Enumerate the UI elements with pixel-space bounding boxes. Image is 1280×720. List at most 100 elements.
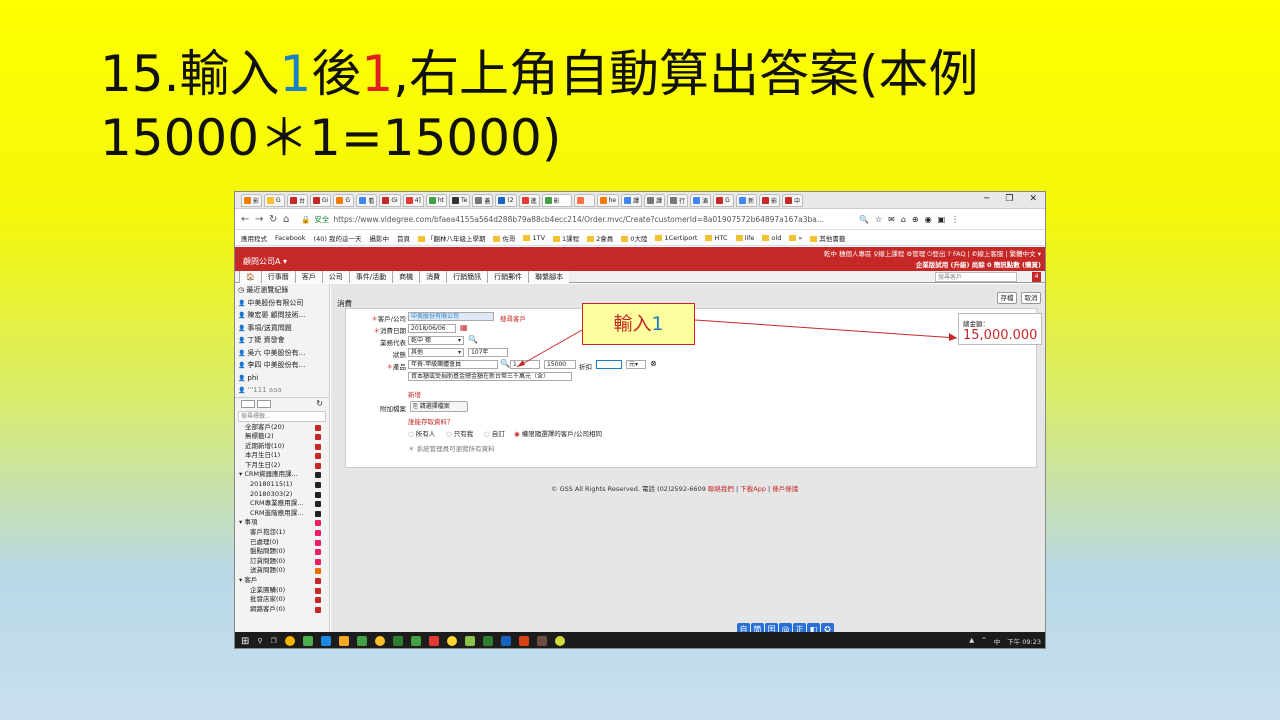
browser-tab[interactable]: 台 <box>287 193 309 207</box>
product-note-field[interactable]: 資本額或受捐助基金總金額在新台幣三千萬元（含） <box>408 372 572 381</box>
menu-home-icon[interactable]: 🏠 <box>239 270 261 283</box>
tag-item[interactable]: 20180115(1) <box>235 480 329 490</box>
tag-item[interactable]: ▾ 事項 <box>235 518 329 528</box>
menu-item-8[interactable]: 行銷郵件 <box>487 270 529 283</box>
browser-tab[interactable]: ht <box>425 193 448 207</box>
browser-tab[interactable]: 新 <box>736 193 758 207</box>
tag-item[interactable]: 本月生日(1) <box>235 451 329 461</box>
history-item[interactable]: 👤 中美股份有限公司 <box>235 297 329 310</box>
tray-item[interactable]: ▲ <box>969 636 974 646</box>
browser-tab[interactable]: 蓋 <box>472 193 494 207</box>
company-switcher[interactable]: 顧問公司A ▾ <box>243 256 287 267</box>
browser-tab[interactable]: 中 <box>782 193 804 207</box>
history-item[interactable]: 👤 丁婕 資發會 <box>235 334 329 347</box>
extension-icon[interactable]: ◉ <box>925 215 932 224</box>
contact-link[interactable]: 聯絡我們 <box>708 485 734 493</box>
tag-item[interactable]: 企業團購(0) <box>235 586 329 596</box>
bookmark-item[interactable]: 0大陸 <box>621 233 647 243</box>
browser-tab[interactable]: Gi <box>379 193 401 207</box>
chrome-icon[interactable] <box>446 636 457 646</box>
bookmark-item[interactable]: 2會員 <box>587 233 613 243</box>
forward-icon[interactable]: → <box>255 214 267 225</box>
notification-badge[interactable]: 4 <box>1032 272 1041 282</box>
browser-tab[interactable]: 看 <box>356 193 378 207</box>
browser-tab[interactable]: G <box>333 193 355 207</box>
tag-item[interactable]: 無標籤(2) <box>235 432 329 442</box>
tag-item[interactable]: CRM進階應用課... <box>235 509 329 519</box>
search-icon[interactable]: ⚲ <box>257 637 262 645</box>
access-radio[interactable]: ◉ 權限隨選擇的客戶/公司相同 <box>514 428 602 438</box>
customer-field[interactable]: 中美股份有限公司 <box>408 312 494 321</box>
add-product-link[interactable]: 新增 <box>408 389 421 399</box>
access-radio[interactable]: ○ 只有我 <box>446 428 473 438</box>
tag-item[interactable]: 客戶抱怨(1) <box>235 528 329 538</box>
tag-item[interactable]: 全部客戶(20) <box>235 423 329 433</box>
tag-search-input[interactable]: 搜尋標籤... <box>238 410 326 422</box>
bookmark-item[interactable]: 1課程 <box>553 233 579 243</box>
bookmark-item[interactable]: 「翻林八年級上學期 <box>417 233 485 243</box>
folder-icon[interactable] <box>338 636 349 646</box>
browser-tab[interactable]: 影 <box>759 193 781 207</box>
url-input[interactable]: 🔒 安全 https://www.videgree.com/bfaea4155a… <box>301 213 851 227</box>
browser-tab[interactable]: 4] <box>402 193 424 207</box>
tray-item[interactable]: 下午 09:23 <box>1007 636 1041 646</box>
history-item[interactable]: 👤 事項/送貨問題 <box>235 322 329 335</box>
menu-item-5[interactable]: 商機 <box>392 270 420 283</box>
tray-item[interactable]: 中 <box>994 636 1001 646</box>
app-icon[interactable] <box>464 636 475 646</box>
menu-dots-icon[interactable]: ⋮ <box>951 215 959 224</box>
bookmark-item[interactable]: (40) 我的這一天 <box>314 233 362 243</box>
choose-file-button[interactable]: ⎘ 請選擇檔案 <box>410 401 468 412</box>
tag-filter-toggle[interactable] <box>241 399 255 408</box>
app-icon[interactable] <box>536 636 547 646</box>
wechat-icon[interactable] <box>410 636 421 646</box>
date-field[interactable]: 2018/06/06 <box>408 324 456 333</box>
browser-tab[interactable] <box>573 193 595 207</box>
download-app-link[interactable]: 下載App <box>740 485 766 493</box>
bookmark-item[interactable]: 1TV <box>523 234 545 242</box>
history-item[interactable]: 👤 李四 中美股份有... <box>235 359 329 372</box>
menu-item-9[interactable]: 聯繫腳本 <box>528 270 570 283</box>
tag-item[interactable]: 近期新增(10) <box>235 442 329 452</box>
app-icon[interactable] <box>356 636 367 646</box>
history-item[interactable]: 👤 '''111 aaa <box>235 384 329 397</box>
browser-tab[interactable]: he <box>596 193 620 207</box>
remove-icon[interactable]: ⊗ <box>650 359 657 368</box>
tag-item[interactable]: ▾ 客戶 <box>235 576 329 586</box>
task-view-icon[interactable]: ❐ <box>271 637 277 645</box>
calendar-icon[interactable]: ▦ <box>460 323 468 332</box>
user-menu[interactable]: 乾中 穗個人專區 ♀線上課程 ⚙管理 ⏻登出 ? FAQ | ✆線上客服 | 繁… <box>824 248 1041 259</box>
terms-link[interactable]: 條戶條議 <box>772 485 798 493</box>
excel-icon[interactable] <box>482 636 493 646</box>
menu-item-7[interactable]: 行銷簡訊 <box>446 270 488 283</box>
menu-item-1[interactable]: 行事曆 <box>260 270 295 283</box>
browser-tab[interactable]: G <box>264 193 286 207</box>
refresh-icon[interactable]: ↻ <box>316 399 323 408</box>
history-item[interactable]: 👤 phi <box>235 372 329 385</box>
save-button[interactable]: 存檔 <box>997 292 1017 304</box>
extension-icon[interactable]: ⌂ <box>901 215 906 224</box>
tray-item[interactable]: ^ <box>981 636 986 646</box>
status-select[interactable]: 其他 ▾ <box>408 348 464 357</box>
app-icon[interactable] <box>320 636 331 646</box>
search-icon[interactable]: 🔍 <box>468 335 478 344</box>
tag-item[interactable]: 送貨問題(0) <box>235 566 329 576</box>
tag-item[interactable]: 網路客戶(0) <box>235 605 329 615</box>
discount-field[interactable] <box>596 360 622 369</box>
search-icon[interactable]: 🔍 <box>500 359 510 368</box>
tag-item[interactable]: 訂貨問題(0) <box>235 557 329 567</box>
bookmark-item[interactable]: 1Certiport <box>655 234 697 242</box>
app-icon[interactable] <box>428 636 439 646</box>
menu-item-4[interactable]: 事件/活動 <box>348 270 393 283</box>
bookmark-item[interactable]: 攝影中 <box>369 233 389 243</box>
menu-item-3[interactable]: 公司 <box>321 270 349 283</box>
tag-item[interactable]: CRM專業應用課... <box>235 499 329 509</box>
zoom-icon[interactable]: 🔍 <box>859 215 869 224</box>
tag-filter-toggle[interactable] <box>257 399 271 408</box>
browser-tab[interactable]: Te <box>449 193 471 207</box>
bookmark-item[interactable]: 應用程式 <box>241 233 267 243</box>
tag-item[interactable]: 已處理(0) <box>235 538 329 548</box>
plan-status[interactable]: 企業版試用 (升級) 尚餘 0 簡訊點數 (購買) <box>916 259 1041 269</box>
extension-icon[interactable]: ▣ <box>938 215 946 224</box>
browser-tab[interactable]: 進 <box>518 193 540 207</box>
